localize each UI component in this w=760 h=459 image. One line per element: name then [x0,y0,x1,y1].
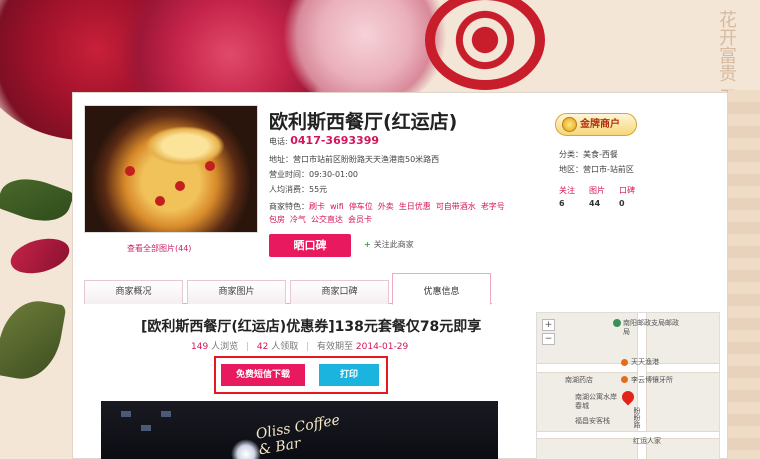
plus-icon: + [364,240,371,249]
flower-bud-decoration [6,232,74,280]
pepperoni [205,161,215,171]
tab-overview[interactable]: 商家概况 [84,280,183,304]
tab-offers[interactable]: 优惠信息 [392,273,491,305]
poi-marker-icon [621,359,628,366]
coupon-title: [欧利斯西餐厅(红运店)优惠券]138元套餐仅78元即享 [141,319,482,335]
pepperoni [175,181,185,191]
medal-icon [562,117,577,132]
storefront-photo: Oliss Coffee & Bar [101,401,498,459]
feature-tag[interactable]: 停车位 [349,202,373,211]
map-label: 红运人家 [633,437,661,445]
map-road [537,363,719,373]
address: 地址：营口市站前区盼盼路天天渔港南50米路西 [269,155,440,164]
stat-follows[interactable]: 关注 6 [559,185,575,208]
map-label: 李云博镶牙所 [631,376,673,384]
zoom-out-button[interactable]: − [542,333,555,345]
leaf-decoration [0,169,75,231]
phone-label: 电话: [269,137,288,146]
print-button[interactable]: 打印 [319,364,379,386]
tab-reviews[interactable]: 商家口碑 [290,280,389,304]
map-label: 福昌安客栈 [575,417,610,425]
claims-label: 人领取 [271,342,299,352]
pepperoni [125,166,135,176]
gold-merchant-badge: 金牌商户 [555,113,637,136]
pizza-cheese [145,126,225,166]
window-light [141,425,151,431]
feature-tag[interactable]: 老字号 [481,202,505,211]
stat-value: 44 [589,199,601,208]
feature-tag[interactable]: 刷卡 [309,202,325,211]
district: 地区：营口市-站前区 [559,165,634,174]
divider: | [245,342,249,352]
location-map[interactable]: + − 南阳邮政支局邮政局 天天渔港 南湖药店 李云博镶牙所 南湖公寓水岸春城 … [536,312,720,459]
category: 分类：美食-西餐 [559,150,618,159]
map-road-label: 盼盼路 [633,407,641,428]
map-label: 南阳邮政支局邮政局 [623,319,679,336]
feature-tag[interactable]: 冷气 [290,215,306,224]
stat-label: 图片 [589,186,605,195]
stat-label: 关注 [559,186,575,195]
poi-marker-icon [621,376,628,383]
coupon-meta: 149 人浏览 | 42 人领取 | 有效期至 2014-01-29 [191,339,408,352]
views-count: 149 [191,342,209,352]
feature-tag[interactable]: 可自带酒水 [436,202,476,211]
restaurant-photo[interactable] [84,105,258,233]
claims-count: 42 [256,342,269,352]
features-label: 商家特色： [269,202,309,211]
merchant-stats: 关注 6 图片 44 口碑 0 [559,185,639,208]
map-road [537,431,719,439]
view-all-photos-link[interactable]: 查看全部图片(44) [127,243,191,254]
sms-download-button[interactable]: 免费短信下载 [221,364,305,386]
stat-value: 0 [619,199,625,208]
storefront-sign: Oliss Coffee & Bar [254,412,342,459]
views-label: 人浏览 [211,342,239,352]
average-price: 人均消费：55元 [269,185,328,194]
stat-photos[interactable]: 图片 44 [589,185,605,208]
zoom-in-button[interactable]: + [542,319,555,331]
post-office-icon [613,319,621,327]
business-hours: 营业时间：09:30-01:00 [269,170,358,179]
coupon-action-box: 免费短信下载 打印 [214,356,388,394]
pattern-decoration [728,90,760,459]
feature-tag[interactable]: 包房 [269,215,285,224]
window-light [121,411,131,417]
pepperoni [155,196,165,206]
divider: | [306,342,310,352]
feature-tag[interactable]: wifi [330,202,344,211]
expiry-date: 2014-01-29 [355,342,409,352]
map-label: 天天渔港 [631,358,659,366]
merchant-tabs: 商家概况 商家图片 商家口碑 优惠信息 [84,273,492,305]
map-label: 南湖公寓水岸春城 [575,393,617,410]
follow-merchant-button[interactable]: + 关注此商家 [364,239,414,250]
stat-value: 6 [559,199,565,208]
restaurant-name: 欧利斯西餐厅(红运店) [269,111,458,133]
post-review-button[interactable]: 晒口碑 [269,234,351,257]
gold-badge-label: 金牌商户 [580,119,620,130]
feature-tag[interactable]: 外卖 [378,202,394,211]
phone-row: 电话: 0417-3693399 [269,134,379,147]
merchant-card: 查看全部图片(44) 欧利斯西餐厅(红运店) 电话: 0417-3693399 … [72,92,728,459]
map-label: 南湖药店 [565,376,593,384]
papercut-fu-decoration [425,0,545,90]
phone-number: 0417-3693399 [290,134,380,147]
tab-photos[interactable]: 商家图片 [187,280,286,304]
feature-tag[interactable]: 生日优惠 [399,202,431,211]
leaf-decoration [0,295,67,385]
location-pin-icon[interactable] [619,388,637,406]
expiry-label: 有效期至 [317,342,354,352]
features-row: 商家特色：刷卡 wifi 停车位 外卖 生日优惠 可自带酒水 老字号包房 冷气 公交直达 会员卡 [269,200,529,226]
stat-reviews[interactable]: 口碑 0 [619,185,635,208]
feature-tag[interactable]: 会员卡 [348,215,372,224]
window-light [161,411,171,417]
feature-tag[interactable]: 公交直达 [311,215,343,224]
stat-label: 口碑 [619,186,635,195]
follow-label: 关注此商家 [373,240,414,249]
